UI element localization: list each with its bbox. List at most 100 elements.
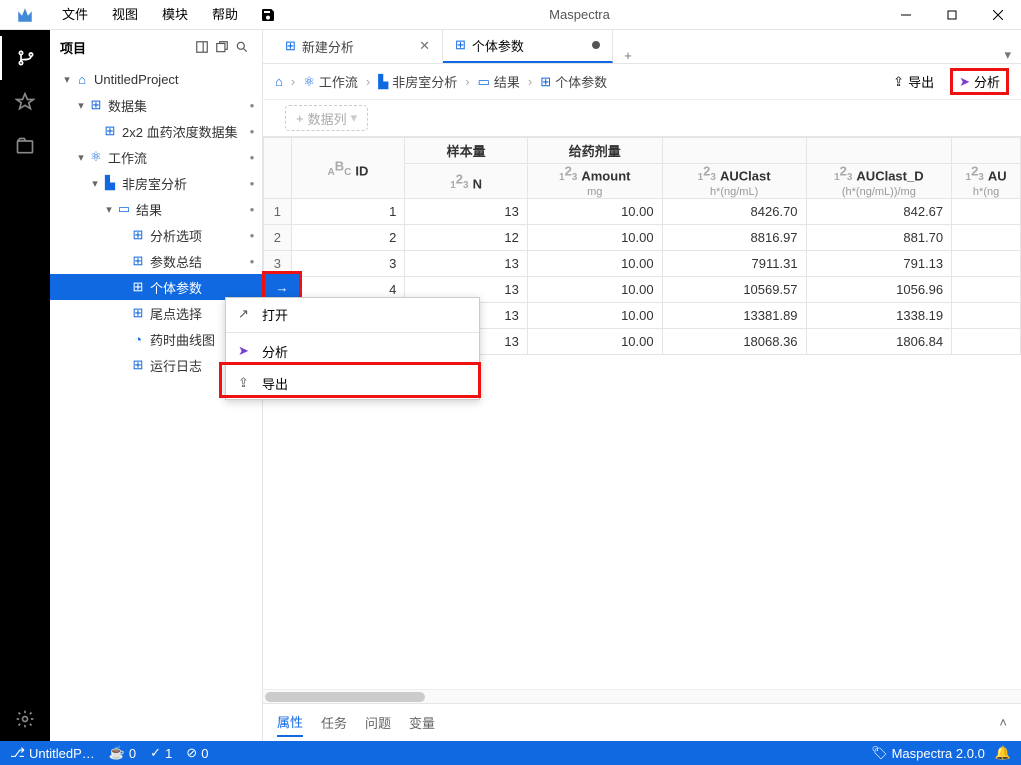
cell[interactable]: 881.70 <box>806 225 952 251</box>
cell[interactable]: 12 <box>405 225 528 251</box>
menu-view[interactable]: 视图 <box>100 0 150 30</box>
activity-branch[interactable] <box>0 36 50 80</box>
cell[interactable]: 10569.57 <box>662 277 806 303</box>
cell[interactable]: 1338.19 <box>806 303 952 329</box>
cell[interactable]: 13381.89 <box>662 303 806 329</box>
tab-individual[interactable]: ⊞ 个体参数 <box>443 29 613 63</box>
status-count1[interactable]: ☕ 0 <box>109 745 136 761</box>
book-icon: ▭ <box>478 74 490 90</box>
ctx-export[interactable]: ⇪导出 <box>226 367 479 399</box>
play-icon: ➤ <box>959 74 970 90</box>
bottom-tab-problems[interactable]: 问题 <box>365 709 391 736</box>
status-count3[interactable]: ⊘ 0 <box>186 745 208 761</box>
crumb-results[interactable]: ▭结果 <box>478 72 520 91</box>
bottom-tab-props[interactable]: 属性 <box>277 708 303 737</box>
sidebar-title: 项目 <box>60 38 192 57</box>
cell[interactable]: 1056.96 <box>806 277 952 303</box>
bottom-tab-tasks[interactable]: 任务 <box>321 709 347 736</box>
tree-item-options[interactable]: ⊞分析选项• <box>50 222 262 248</box>
cell[interactable]: 18068.36 <box>662 329 806 355</box>
cell[interactable]: 13 <box>405 251 528 277</box>
tree-item-summary[interactable]: ⊞参数总结• <box>50 248 262 274</box>
table-row[interactable]: 111310.008426.70842.67 <box>264 199 1021 225</box>
crumb-nca[interactable]: ▙非房室分析 <box>378 72 457 91</box>
table-icon: ⊞ <box>540 74 551 90</box>
menu-file[interactable]: 文件 <box>50 0 100 30</box>
tab-dropdown-icon[interactable]: ▾ <box>994 47 1021 63</box>
cell[interactable]: 2 <box>291 225 405 251</box>
table-row[interactable]: 221210.008816.97881.70 <box>264 225 1021 251</box>
tab-dirty-indicator <box>592 41 600 49</box>
table-icon: ⊞ <box>455 37 466 53</box>
crumb-workflow[interactable]: ⚛工作流 <box>303 72 358 91</box>
tree-results[interactable]: ▾▭结果• <box>50 196 262 222</box>
cell[interactable]: 8426.70 <box>662 199 806 225</box>
horizontal-scrollbar[interactable] <box>263 689 1021 703</box>
tree-nca[interactable]: ▾▙非房室分析• <box>50 170 262 196</box>
cell[interactable]: 10.00 <box>527 277 662 303</box>
context-menu: ↗打开 ➤分析 ⇪导出 <box>225 297 480 400</box>
cell[interactable]: 10.00 <box>527 225 662 251</box>
window-minimize[interactable] <box>883 0 929 30</box>
export-icon: ⇪ <box>238 375 256 391</box>
table-icon: ⊞ <box>130 305 146 321</box>
table-row[interactable]: 331310.007911.31791.13 <box>264 251 1021 277</box>
menu-module[interactable]: 模块 <box>150 0 200 30</box>
activity-files[interactable] <box>0 124 50 168</box>
status-bell-icon[interactable]: 🔔 <box>995 745 1011 761</box>
cell[interactable]: 10.00 <box>527 251 662 277</box>
flow-icon: ⚛ <box>303 74 315 90</box>
tab-close-icon[interactable]: ✕ <box>419 38 430 54</box>
tab-label: 新建分析 <box>302 37 354 56</box>
export-button[interactable]: ⇪导出 <box>885 70 942 93</box>
add-column-button[interactable]: +数据列▾ <box>285 105 368 131</box>
crumb-individual[interactable]: ⊞个体参数 <box>540 72 607 91</box>
chart-icon: ◔ <box>130 332 146 347</box>
cell[interactable]: 8816.97 <box>662 225 806 251</box>
tab-new-analysis[interactable]: ⊞ 新建分析 ✕ <box>273 29 443 63</box>
tree-dataset-item[interactable]: ⊞2x2 血药浓度数据集• <box>50 118 262 144</box>
table-icon: ⊞ <box>130 357 146 373</box>
sidebar-collapse-icon[interactable] <box>192 40 212 54</box>
tree-datasets[interactable]: ▾⊞数据集• <box>50 92 262 118</box>
bottom-tab-vars[interactable]: 变量 <box>409 709 435 736</box>
cell[interactable]: 13 <box>405 199 528 225</box>
cell[interactable]: 1 <box>291 199 405 225</box>
table-icon: ⊞ <box>88 97 104 113</box>
tree-workflows[interactable]: ▾⚛工作流• <box>50 144 262 170</box>
menu-help[interactable]: 帮助 <box>200 0 250 30</box>
export-icon: ⇪ <box>893 74 904 90</box>
cell[interactable]: 10.00 <box>527 199 662 225</box>
book-icon: ▭ <box>116 201 132 217</box>
cell[interactable]: 3 <box>291 251 405 277</box>
table-icon: ⊞ <box>130 227 146 243</box>
cell[interactable]: 1806.84 <box>806 329 952 355</box>
status-brand[interactable]: 🏷 Maspectra 2.0.0 <box>871 745 985 761</box>
cell[interactable]: 842.67 <box>806 199 952 225</box>
crumb-home[interactable]: ⌂ <box>275 74 283 89</box>
table-icon: ⊞ <box>102 123 118 139</box>
table-icon: ⊞ <box>285 38 296 54</box>
cell[interactable]: 7911.31 <box>662 251 806 277</box>
window-close[interactable] <box>975 0 1021 30</box>
cell[interactable]: 10.00 <box>527 329 662 355</box>
tab-add-button[interactable]: + <box>613 48 643 63</box>
ctx-analyze[interactable]: ➤分析 <box>226 335 479 367</box>
analyze-button[interactable]: ➤分析 <box>950 68 1009 95</box>
panel-expand-icon[interactable]: ˄ <box>999 715 1007 730</box>
activity-star[interactable] <box>0 80 50 124</box>
table-icon: ⊞ <box>130 253 146 269</box>
tree-project[interactable]: ▾⌂UntitledProject <box>50 66 262 92</box>
activity-settings[interactable] <box>0 697 50 741</box>
cell[interactable]: 10.00 <box>527 303 662 329</box>
window-maximize[interactable] <box>929 0 975 30</box>
save-button[interactable] <box>260 7 276 23</box>
open-icon: ↗ <box>238 306 256 322</box>
sidebar-search-icon[interactable] <box>232 40 252 54</box>
cell[interactable]: 791.13 <box>806 251 952 277</box>
status-project[interactable]: ⎇ UntitledP… <box>10 745 95 761</box>
status-count2[interactable]: ✓ 1 <box>150 745 172 761</box>
ctx-open[interactable]: ↗打开 <box>226 298 479 330</box>
sidebar-float-icon[interactable] <box>212 40 232 54</box>
app-logo <box>0 6 50 24</box>
